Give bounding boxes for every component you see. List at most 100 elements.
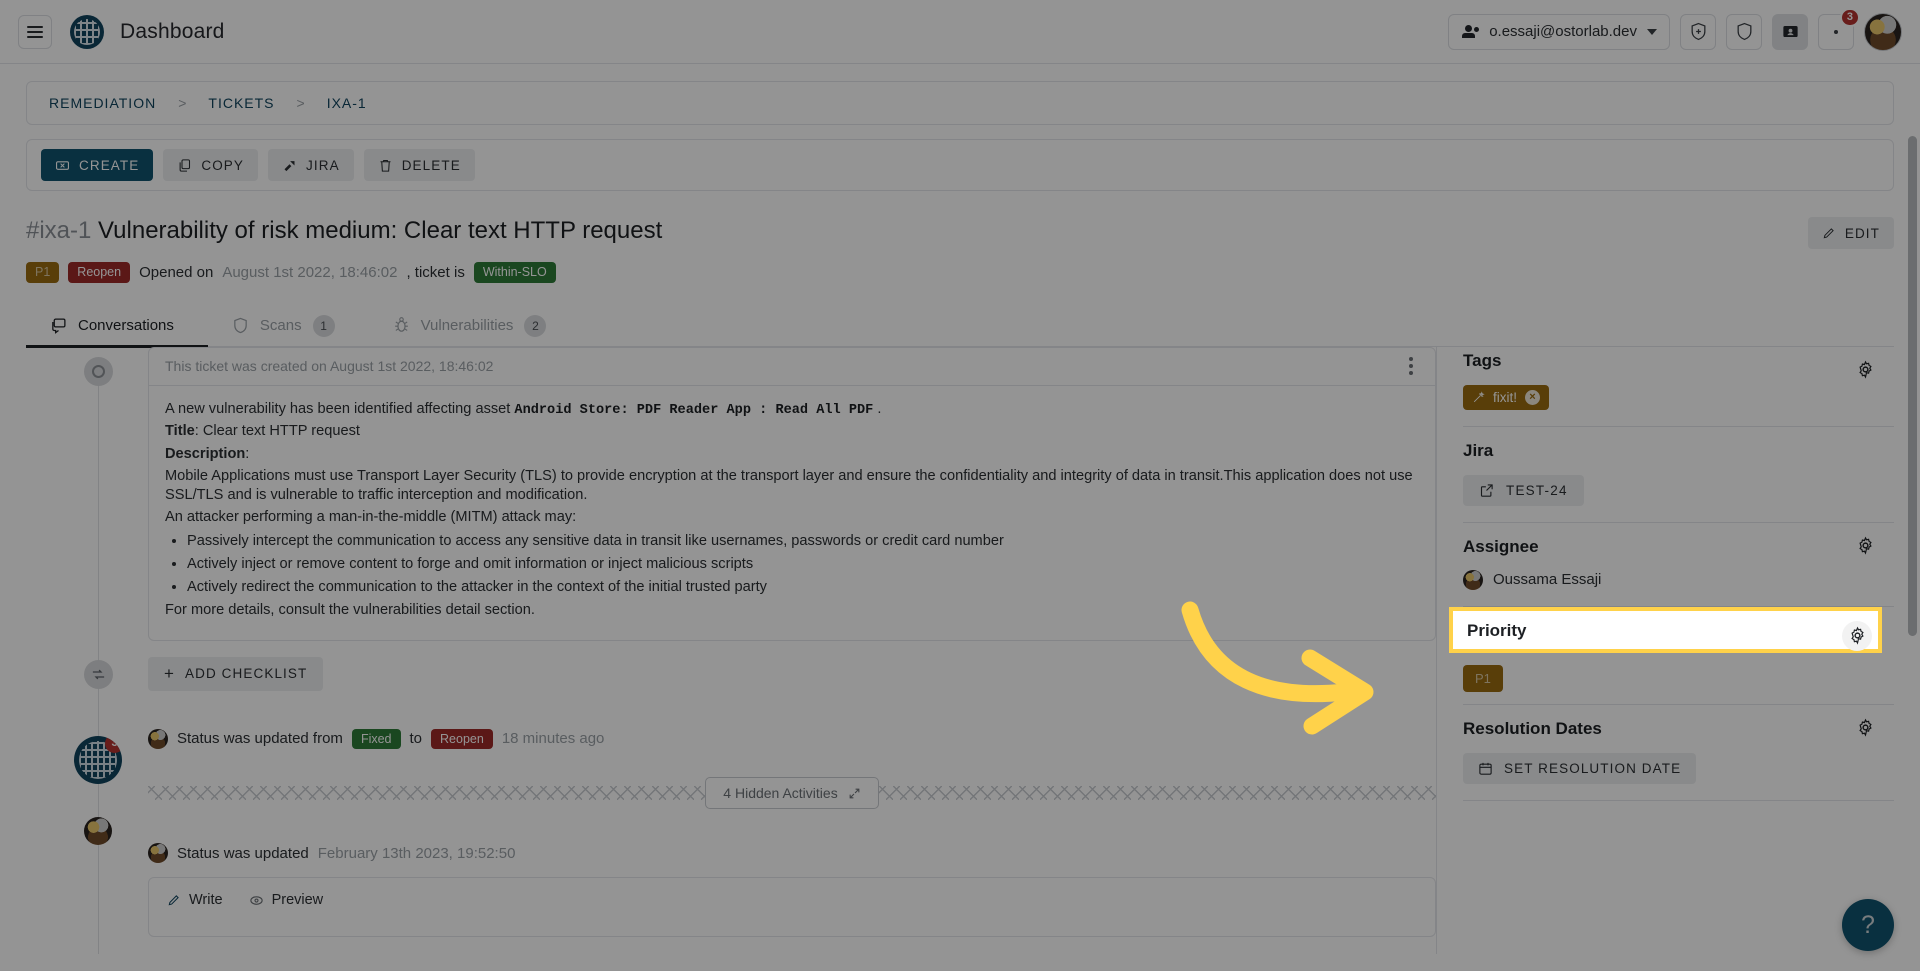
activity-to-word: to — [410, 730, 423, 747]
ticket-title-text: Vulnerability of risk medium: Clear text… — [98, 217, 662, 244]
ticket-description-body: A new vulnerability has been identified … — [149, 386, 1435, 640]
avatar — [148, 729, 168, 749]
tag-chip-fixit[interactable]: fixit! × — [1463, 385, 1549, 410]
activity-item-status-update: Status was updated from Fixed to Reopen … — [148, 729, 1436, 750]
shield-icon-button[interactable] — [1726, 14, 1762, 50]
menu-toggle-button[interactable] — [18, 15, 52, 49]
create-button[interactable]: CREATE — [41, 149, 153, 181]
ostorlab-logo-icon — [70, 15, 104, 49]
page-body: REMEDIATION > TICKETS > IXA-1 CREATE COP… — [0, 64, 1920, 971]
page-scrollbar[interactable] — [1908, 136, 1917, 636]
app-header: Dashboard o.essaji@ostorlab.dev — [0, 0, 1920, 64]
activity-from-badge: Fixed — [352, 729, 401, 750]
user-avatar[interactable] — [1864, 13, 1902, 51]
avatar — [148, 843, 168, 863]
pencil-icon — [1822, 226, 1836, 240]
contact-card-icon-button[interactable] — [1772, 14, 1808, 50]
plus-icon: + — [164, 665, 175, 682]
intro-prefix: A new vulnerability has been identified … — [165, 401, 510, 417]
hidden-activities-divider: 4 Hidden Activities — [148, 777, 1436, 809]
tags-settings-gear-icon[interactable] — [1854, 359, 1876, 381]
priority-settings-gear-icon[interactable] — [1842, 621, 1872, 651]
scan-add-icon — [1689, 22, 1708, 41]
breadcrumb: REMEDIATION > TICKETS > IXA-1 — [26, 81, 1894, 125]
jira-link-label: TEST-24 — [1506, 483, 1568, 498]
edit-button-label: EDIT — [1845, 226, 1880, 241]
title-label: Title — [165, 423, 195, 439]
activity-text-before: Status was updated from — [177, 730, 343, 747]
add-checklist-label: ADD CHECKLIST — [185, 666, 307, 681]
scan-add-icon-button[interactable] — [1680, 14, 1716, 50]
breadcrumb-item-tickets[interactable]: TICKETS — [208, 95, 274, 111]
composer-tab-preview[interactable]: Preview — [249, 892, 324, 908]
tag-remove-icon[interactable]: × — [1525, 390, 1540, 405]
jira-icon — [282, 158, 297, 173]
hidden-activities-button[interactable]: 4 Hidden Activities — [705, 777, 878, 809]
tab-vulnerabilities-count: 2 — [524, 315, 546, 337]
activity-2-text: Status was updated — [177, 845, 309, 862]
priority-value-badge: P1 — [1463, 665, 1503, 692]
tab-conversations[interactable]: Conversations — [26, 305, 208, 347]
description-label: Description — [165, 446, 245, 462]
composer-preview-label: Preview — [272, 892, 324, 908]
title-line: Title: Clear text HTTP request — [165, 422, 1419, 441]
opened-prefix: Opened on — [139, 264, 213, 281]
ticket-number: #ixa-1 — [26, 217, 91, 244]
bug-icon — [393, 317, 410, 334]
edit-button[interactable]: EDIT — [1808, 217, 1894, 249]
ticket-icon — [55, 158, 70, 173]
breadcrumb-item-current[interactable]: IXA-1 — [327, 95, 367, 111]
avatar — [1463, 570, 1483, 590]
list-item: Passively intercept the communication to… — [187, 532, 1419, 551]
slo-badge: Within-SLO — [474, 262, 556, 283]
activity-to-badge: Reopen — [431, 729, 493, 750]
description-paragraph-2: An attacker performing a man-in-the-midd… — [165, 508, 1419, 527]
shield-icon — [1735, 22, 1754, 41]
created-note: This ticket was created on August 1st 20… — [165, 358, 493, 374]
people-icon — [1461, 25, 1479, 39]
attack-bullet-list: Passively intercept the communication to… — [187, 532, 1419, 598]
ticket-is-label: , ticket is — [406, 264, 464, 281]
assignee-settings-gear-icon[interactable] — [1854, 535, 1876, 557]
breadcrumb-item-remediation[interactable]: REMEDIATION — [49, 95, 156, 111]
gear-icon — [1856, 718, 1875, 737]
hidden-activities-label: 4 Hidden Activities — [723, 785, 837, 801]
help-button[interactable]: ? — [1842, 899, 1894, 951]
tab-vulnerabilities[interactable]: Vulnerabilities 2 — [369, 305, 581, 347]
tab-scans-count: 1 — [313, 315, 335, 337]
composer-tabs: Write Preview — [149, 878, 1435, 922]
gear-icon — [1856, 536, 1875, 555]
delete-button[interactable]: DELETE — [364, 149, 475, 181]
add-checklist-button[interactable]: + ADD CHECKLIST — [148, 657, 323, 691]
copy-button-label: COPY — [201, 158, 244, 173]
resolution-dates-title: Resolution Dates — [1463, 719, 1894, 739]
jira-title: Jira — [1463, 441, 1894, 461]
org-selector[interactable]: o.essaji@ostorlab.dev — [1448, 14, 1670, 50]
jira-button[interactable]: JIRA — [268, 149, 354, 181]
description-paragraph-1: Mobile Applications must use Transport L… — [165, 467, 1419, 506]
jira-link-button[interactable]: TEST-24 — [1463, 475, 1584, 506]
avatar — [84, 817, 112, 845]
resolution-dates-settings-gear-icon[interactable] — [1854, 717, 1876, 739]
copy-button[interactable]: COPY — [163, 149, 258, 181]
external-link-icon — [1479, 483, 1494, 498]
sidebar-section-priority[interactable]: Priority — [1449, 607, 1882, 653]
composer-tab-write[interactable]: Write — [167, 892, 223, 908]
more-options-icon[interactable] — [1403, 351, 1419, 381]
comment-composer[interactable]: Write Preview — [148, 877, 1436, 937]
tab-conversations-label: Conversations — [78, 317, 174, 334]
intro-suffix: . — [877, 401, 881, 417]
notifications-button[interactable]: 3 — [1818, 14, 1854, 50]
org-selector-value: o.essaji@ostorlab.dev — [1489, 23, 1637, 40]
priority-title: Priority — [1467, 621, 1878, 641]
tab-vulnerabilities-label: Vulnerabilities — [421, 317, 514, 334]
assignee-row[interactable]: Oussama Essaji — [1463, 570, 1894, 590]
ticket-content: This ticket was created on August 1st 20… — [26, 347, 1894, 954]
priority-value-wrap: P1 — [1463, 653, 1894, 692]
comment-icon — [50, 317, 67, 334]
delete-button-label: DELETE — [402, 158, 461, 173]
tab-scans[interactable]: Scans 1 — [208, 305, 369, 347]
set-resolution-date-button[interactable]: SET RESOLUTION DATE — [1463, 753, 1696, 784]
assignee-title: Assignee — [1463, 537, 1894, 557]
contact-card-icon — [1781, 22, 1800, 41]
